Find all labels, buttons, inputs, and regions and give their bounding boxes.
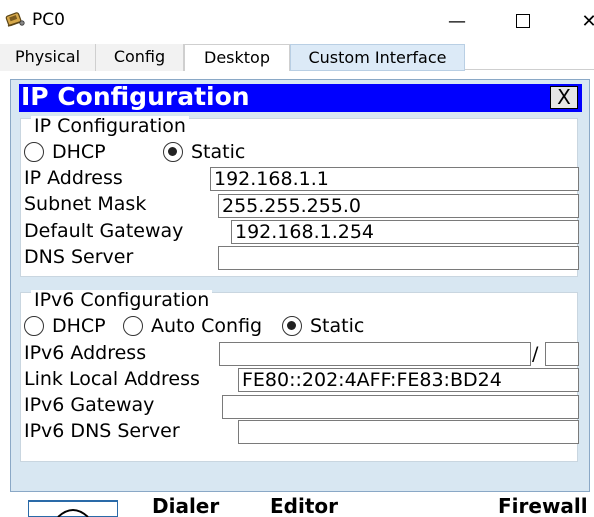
- ipv6-static-radio[interactable]: [282, 316, 302, 336]
- default-gateway-field[interactable]: 192.168.1.254: [231, 220, 579, 244]
- editor-app-label[interactable]: Editor: [270, 494, 338, 517]
- ip-configuration-window: IP Configuration X IP Configuration DHCP…: [10, 79, 590, 492]
- ipv6-dns-server-field[interactable]: [238, 420, 579, 444]
- firewall-app-label[interactable]: Firewall: [498, 494, 588, 517]
- ip-configuration-titlebar: IP Configuration X: [19, 82, 582, 112]
- ipv6-group-legend: IPv6 Configuration: [31, 290, 213, 310]
- ipv6-static-label: Static: [310, 315, 365, 337]
- subnet-mask-field[interactable]: 255.255.255.0: [218, 194, 579, 218]
- pc-icon: [5, 12, 25, 27]
- ipv4-static-radio[interactable]: [163, 142, 183, 162]
- link-local-address-field[interactable]: FE80::202:4AFF:FE83:BD24: [238, 368, 579, 392]
- ipv6-gateway-field[interactable]: [222, 395, 579, 419]
- tab-custom-interface[interactable]: Custom Interface: [290, 44, 465, 71]
- minimize-button[interactable]: —: [434, 6, 480, 38]
- desktop-area: Dialer Editor Firewall IP Configuration …: [0, 71, 594, 517]
- ipv6-auto-config-radio[interactable]: [123, 316, 143, 336]
- ip-address-label: IP Address: [24, 167, 123, 189]
- tab-bar: Physical Config Desktop Custom Interface: [0, 44, 594, 71]
- dns-server-field[interactable]: [218, 246, 579, 270]
- window-titlebar: PC0 — ✕: [0, 0, 594, 44]
- subnet-mask-label: Subnet Mask: [24, 193, 147, 215]
- maximize-button[interactable]: [500, 6, 546, 38]
- app-icon-partial: [28, 500, 118, 517]
- ipv6-dhcp-radio[interactable]: [24, 316, 44, 336]
- ipv6-config-group: IPv6 Configuration DHCP Auto Config Stat…: [20, 290, 579, 462]
- ip-config-close-button[interactable]: X: [550, 86, 578, 109]
- ipv6-dhcp-label: DHCP: [52, 315, 106, 337]
- ipv4-group-legend: IP Configuration: [31, 116, 189, 136]
- close-window-button[interactable]: ✕: [566, 6, 594, 38]
- maximize-icon: [516, 13, 530, 28]
- tab-config[interactable]: Config: [96, 44, 184, 71]
- ipv4-dhcp-radio[interactable]: [24, 142, 44, 162]
- close-icon: ✕: [581, 11, 594, 32]
- dns-server-label: DNS Server: [24, 246, 134, 268]
- ipv6-address-label: IPv6 Address: [24, 342, 147, 364]
- ipv4-dhcp-label: DHCP: [52, 141, 106, 163]
- minimize-icon: —: [448, 11, 466, 32]
- tab-physical[interactable]: Physical: [0, 44, 96, 71]
- ipv4-static-label: Static: [191, 141, 246, 163]
- dialer-app-label[interactable]: Dialer: [152, 494, 219, 517]
- ipv6-address-field[interactable]: [219, 342, 531, 366]
- prefix-separator: /: [532, 343, 539, 365]
- ipv6-auto-config-label: Auto Config: [151, 315, 263, 337]
- link-local-address-label: Link Local Address: [24, 368, 200, 390]
- ipv4-config-group: IP Configuration DHCP Static IP Address …: [20, 116, 579, 277]
- window-title: PC0: [32, 10, 65, 30]
- ip-address-field[interactable]: 192.168.1.1: [210, 167, 579, 191]
- ip-configuration-title: IP Configuration: [21, 82, 250, 111]
- tab-desktop[interactable]: Desktop: [184, 44, 290, 71]
- ipv6-gateway-label: IPv6 Gateway: [24, 394, 155, 416]
- ip-configuration-panel: IP Configuration X IP Configuration DHCP…: [11, 80, 589, 491]
- ipv6-prefix-length-field[interactable]: [545, 342, 579, 366]
- ipv6-dns-server-label: IPv6 DNS Server: [24, 420, 180, 442]
- default-gateway-label: Default Gateway: [24, 220, 184, 242]
